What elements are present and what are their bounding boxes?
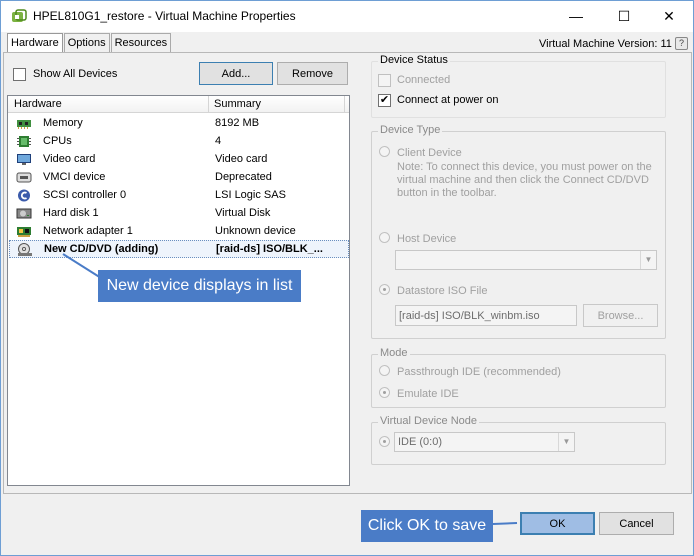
network-adapter-icon (17, 227, 31, 237)
column-divider[interactable] (344, 96, 345, 113)
datastore-iso-label: Datastore ISO File (397, 285, 488, 297)
column-summary[interactable]: Summary (214, 98, 261, 110)
cpu-icon (17, 136, 31, 147)
close-icon: ✕ (663, 7, 675, 24)
maximize-icon: ☐ (617, 7, 631, 24)
column-divider[interactable] (208, 96, 209, 113)
close-button[interactable]: ✕ (646, 1, 692, 31)
callout-click-ok: Click OK to save (361, 510, 493, 542)
virtual-device-node-select[interactable]: IDE (0:0) ▼ (394, 432, 575, 452)
client-device-radio[interactable] (379, 146, 390, 157)
mode-title: Mode (378, 347, 410, 359)
window-title: HPEL810G1_restore - Virtual Machine Prop… (33, 9, 296, 23)
chevron-down-icon: ▼ (558, 433, 574, 451)
video-card-icon (17, 154, 31, 165)
ok-button[interactable]: OK (520, 512, 595, 535)
hardware-row-scsi[interactable]: SCSI controller 0 LSI Logic SAS (9, 187, 349, 205)
host-device-label: Host Device (397, 233, 457, 245)
hardware-row-new-cd-dvd[interactable]: New CD/DVD (adding) [raid-ds] ISO/BLK_..… (9, 240, 349, 258)
hard-disk-icon (16, 208, 32, 219)
iso-path-field[interactable]: [raid-ds] ISO/BLK_winbm.iso (395, 305, 577, 326)
add-button[interactable]: Add... (199, 62, 273, 85)
show-all-devices-checkbox[interactable] (13, 68, 26, 81)
remove-button[interactable]: Remove (277, 62, 348, 85)
connect-at-power-on-label: Connect at power on (397, 94, 499, 106)
show-all-devices-label: Show All Devices (33, 68, 118, 80)
datastore-iso-radio[interactable] (379, 284, 390, 295)
iso-path-value: [raid-ds] ISO/BLK_winbm.iso (399, 310, 540, 322)
column-hardware[interactable]: Hardware (14, 98, 62, 110)
client-device-label: Client Device (397, 147, 462, 159)
row-summary: 4 (215, 135, 222, 147)
virtual-device-node-title: Virtual Device Node (378, 415, 480, 427)
vm-version-label: Virtual Machine Version: 11 (539, 38, 672, 50)
row-summary: Deprecated (215, 171, 272, 183)
row-name: SCSI controller 0 (43, 189, 127, 201)
row-name: Video card (43, 153, 96, 165)
passthrough-ide-label: Passthrough IDE (recommended) (397, 366, 561, 378)
emulate-ide-label: Emulate IDE (397, 388, 459, 400)
host-device-select[interactable]: ▼ (395, 250, 657, 270)
help-icon[interactable]: ? (675, 37, 688, 50)
device-type-title: Device Type (378, 124, 443, 136)
title-bar: HPEL810G1_restore - Virtual Machine Prop… (1, 1, 693, 32)
tab-resources[interactable]: Resources (110, 33, 172, 53)
row-summary: LSI Logic SAS (215, 189, 286, 201)
row-summary: Video card (215, 153, 268, 165)
row-summary: Unknown device (215, 225, 296, 237)
virtual-device-node-radio (379, 436, 390, 447)
hardware-row-hard-disk[interactable]: Hard disk 1 Virtual Disk (9, 205, 349, 223)
row-name: VMCI device (43, 171, 106, 183)
cd-dvd-icon (18, 243, 32, 256)
connect-at-power-on-checkbox[interactable]: ✔ (378, 94, 391, 107)
chevron-down-icon: ▼ (640, 251, 656, 269)
row-name: CPUs (43, 135, 72, 147)
row-name: Memory (43, 117, 83, 129)
vm-properties-window: HPEL810G1_restore - Virtual Machine Prop… (0, 0, 694, 556)
device-status-group: Device Status (371, 54, 666, 118)
row-summary: Virtual Disk (215, 207, 271, 219)
checkmark-icon: ✔ (379, 94, 390, 106)
row-name: New CD/DVD (adding) (44, 243, 159, 255)
connected-checkbox[interactable] (378, 74, 391, 87)
tab-hardware[interactable]: Hardware (7, 33, 63, 54)
connected-label: Connected (397, 74, 451, 86)
host-device-radio[interactable] (379, 232, 390, 243)
browse-button[interactable]: Browse... (583, 304, 658, 327)
virtual-device-node-value: IDE (0:0) (398, 436, 443, 448)
row-summary: [raid-ds] ISO/BLK_... (216, 243, 323, 255)
emulate-ide-radio[interactable] (379, 387, 390, 398)
hardware-row-video-card[interactable]: Video card Video card (9, 151, 349, 169)
tab-options[interactable]: Options (63, 33, 110, 53)
minimize-button[interactable]: — (553, 1, 599, 31)
row-name: Hard disk 1 (43, 207, 99, 219)
hardware-row-vmci[interactable]: VMCI device Deprecated (9, 169, 349, 187)
maximize-button[interactable]: ☐ (601, 1, 647, 31)
row-summary: 8192 MB (215, 117, 260, 129)
vsphere-app-icon (12, 9, 27, 22)
tab-strip: Hardware Options Resources (7, 33, 172, 54)
memory-icon (17, 120, 31, 129)
hardware-row-cpus[interactable]: CPUs 4 (9, 133, 349, 151)
passthrough-ide-radio[interactable] (379, 365, 390, 376)
row-name: Network adapter 1 (43, 225, 133, 237)
callout-new-device: New device displays in list (98, 270, 301, 302)
hardware-row-network-adapter[interactable]: Network adapter 1 Unknown device (9, 223, 349, 241)
minimize-icon: — (569, 8, 583, 24)
device-status-title: Device Status (378, 54, 450, 66)
vmci-device-icon (16, 172, 32, 183)
scsi-controller-icon (18, 189, 30, 202)
cancel-button[interactable]: Cancel (599, 512, 674, 535)
list-header: Hardware Summary (8, 96, 349, 113)
hardware-row-memory[interactable]: Memory 8192 MB (9, 115, 349, 133)
client-device-note: Note: To connect this device, you must p… (397, 161, 652, 199)
